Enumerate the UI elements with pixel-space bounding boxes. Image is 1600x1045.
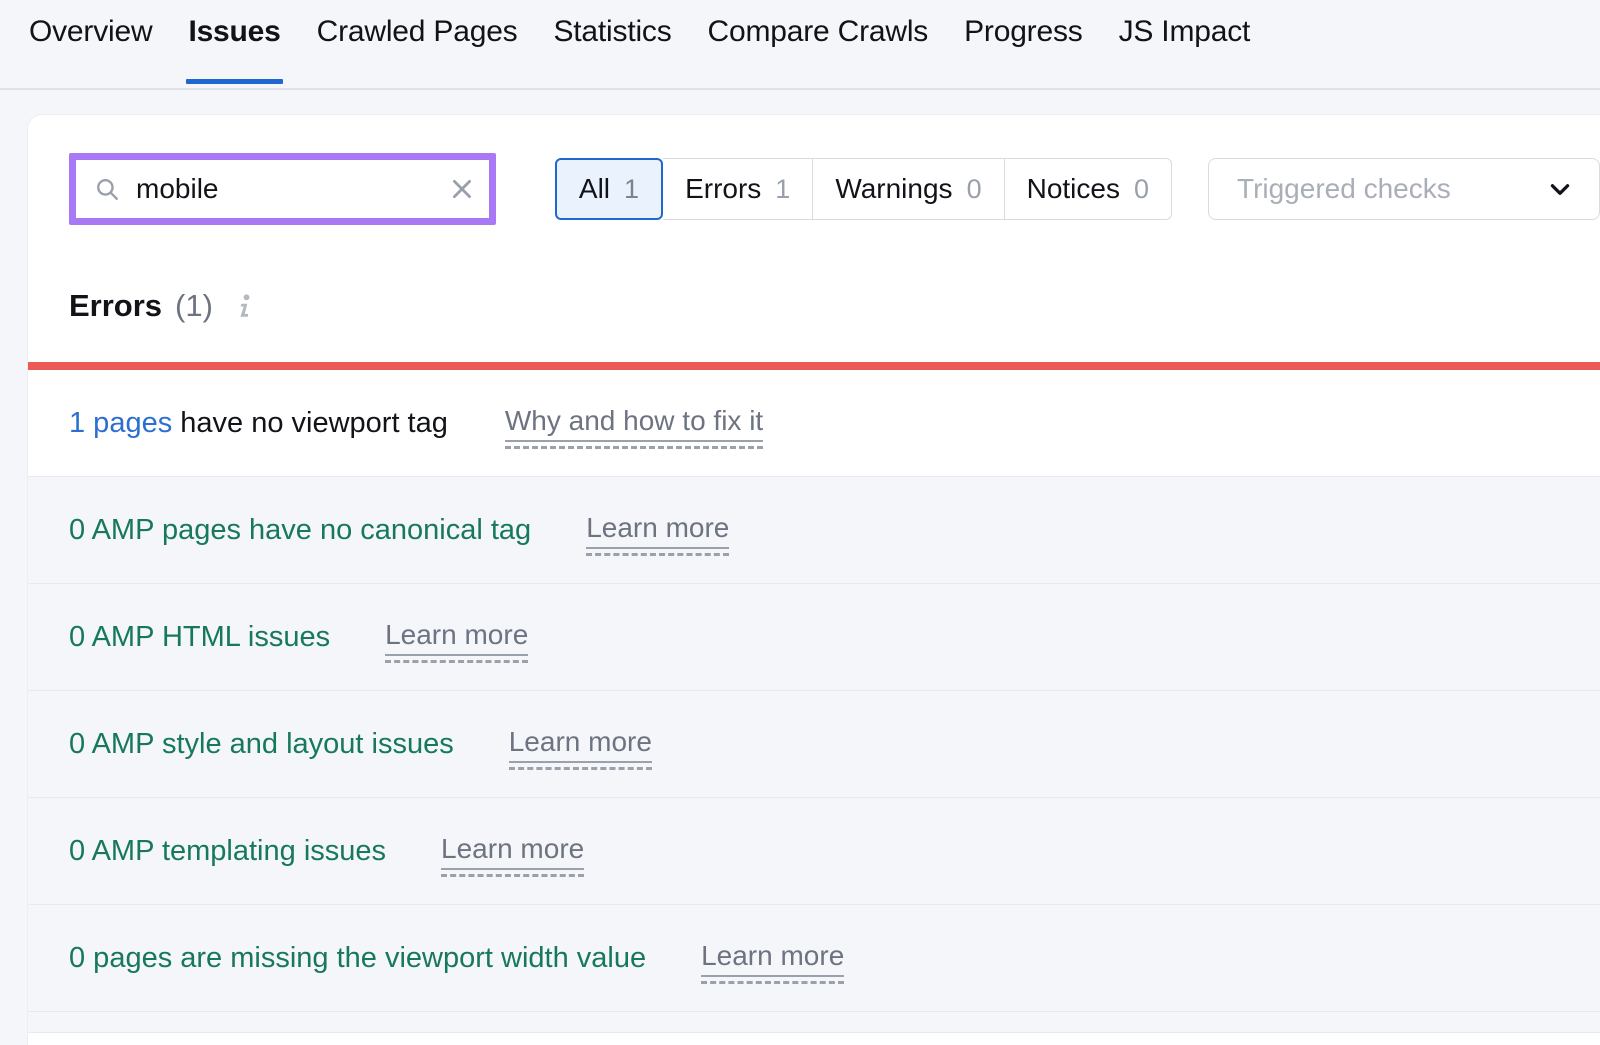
issue-title[interactable]: 1 pages have no viewport tag bbox=[69, 407, 448, 440]
filter-label: Errors bbox=[685, 173, 761, 205]
issue-help-link[interactable]: Learn more bbox=[441, 833, 584, 870]
search-box-highlighted[interactable] bbox=[69, 153, 496, 225]
triggered-checks-dropdown[interactable]: Triggered checks bbox=[1208, 158, 1600, 220]
issues-list: 1 pages have no viewport tag Why and how … bbox=[28, 370, 1600, 1012]
issue-text: have no viewport tag bbox=[172, 407, 448, 439]
issue-help-link[interactable]: Learn more bbox=[701, 940, 844, 977]
tab-label: Overview bbox=[29, 15, 152, 48]
issue-text: 0 AMP templating issues bbox=[69, 835, 386, 867]
tab-label: Progress bbox=[964, 15, 1082, 48]
filter-label: Warnings bbox=[835, 173, 952, 205]
tab-js-impact[interactable]: JS Impact bbox=[1101, 17, 1269, 47]
tab-compare-crawls[interactable]: Compare Crawls bbox=[690, 17, 947, 47]
page-title: Errors bbox=[69, 288, 162, 324]
issue-row[interactable]: 0 AMP templating issues Learn more bbox=[28, 798, 1600, 905]
issue-help-link[interactable]: Learn more bbox=[385, 619, 528, 656]
errors-severity-bar bbox=[28, 362, 1600, 370]
chevron-down-icon bbox=[1547, 176, 1573, 202]
issue-filter-group: All 1 Errors 1 Warnings 0 Notices 0 bbox=[555, 158, 1172, 220]
filter-count: 0 bbox=[967, 174, 982, 205]
errors-section-header: Errors (1) bbox=[28, 225, 1600, 329]
errors-count: (1) bbox=[175, 288, 213, 324]
app-root: Overview Issues Crawled Pages Statistics Com… bbox=[0, 0, 1600, 1045]
search-box[interactable] bbox=[76, 160, 489, 218]
filter-notices[interactable]: Notices 0 bbox=[1005, 158, 1172, 220]
issue-count-link[interactable]: 1 pages bbox=[69, 407, 172, 439]
tab-label: Statistics bbox=[553, 15, 671, 48]
filter-label: Notices bbox=[1027, 173, 1120, 205]
triggered-checks-label: Triggered checks bbox=[1237, 173, 1451, 205]
tab-active-indicator bbox=[186, 79, 282, 84]
issue-text: 0 AMP pages have no canonical tag bbox=[69, 514, 531, 546]
issue-help-link[interactable]: Learn more bbox=[509, 726, 652, 763]
filter-warnings[interactable]: Warnings 0 bbox=[813, 158, 1004, 220]
filter-all[interactable]: All 1 bbox=[555, 158, 663, 220]
info-icon[interactable] bbox=[233, 292, 257, 320]
issues-card: All 1 Errors 1 Warnings 0 Notices 0 Triggered c… bbox=[28, 115, 1600, 1045]
tab-label: Compare Crawls bbox=[708, 15, 929, 48]
issue-title[interactable]: 0 AMP HTML issues bbox=[69, 621, 330, 654]
issue-row[interactable]: 0 AMP HTML issues Learn more bbox=[28, 584, 1600, 691]
search-input[interactable] bbox=[136, 173, 441, 205]
tab-issues[interactable]: Issues bbox=[170, 17, 298, 47]
next-row-partial bbox=[28, 1012, 1600, 1033]
issue-row[interactable]: 0 pages are missing the viewport width v… bbox=[28, 905, 1600, 1012]
issue-row[interactable]: 0 AMP pages have no canonical tag Learn m… bbox=[28, 477, 1600, 584]
main-tabbar: Overview Issues Crawled Pages Statistics Com… bbox=[0, 0, 1600, 90]
tab-overview[interactable]: Overview bbox=[29, 17, 170, 47]
issue-row[interactable]: 1 pages have no viewport tag Why and how … bbox=[28, 370, 1600, 477]
search-icon bbox=[94, 176, 120, 202]
issue-text: 0 AMP style and layout issues bbox=[69, 728, 454, 760]
filter-errors[interactable]: Errors 1 bbox=[663, 158, 813, 220]
filter-count: 1 bbox=[775, 174, 790, 205]
issue-title[interactable]: 0 AMP pages have no canonical tag bbox=[69, 514, 531, 547]
tab-label: Issues bbox=[188, 15, 280, 48]
issue-help-link[interactable]: Why and how to fix it bbox=[505, 405, 763, 442]
tab-progress[interactable]: Progress bbox=[946, 17, 1100, 47]
tab-label: Crawled Pages bbox=[317, 15, 518, 48]
issue-help-link[interactable]: Learn more bbox=[586, 512, 729, 549]
filter-label: All bbox=[579, 173, 610, 205]
issue-text: 0 pages are missing the viewport width v… bbox=[69, 942, 646, 974]
tab-statistics[interactable]: Statistics bbox=[535, 17, 689, 47]
issue-text: 0 AMP HTML issues bbox=[69, 621, 330, 653]
issues-toolbar: All 1 Errors 1 Warnings 0 Notices 0 Triggered c… bbox=[28, 115, 1600, 225]
filter-count: 0 bbox=[1134, 174, 1149, 205]
issue-row[interactable]: 0 AMP style and layout issues Learn more bbox=[28, 691, 1600, 798]
issue-title[interactable]: 0 pages are missing the viewport width v… bbox=[69, 942, 646, 975]
tab-crawled-pages[interactable]: Crawled Pages bbox=[299, 17, 536, 47]
tab-label: JS Impact bbox=[1119, 15, 1251, 48]
filter-count: 1 bbox=[624, 174, 639, 205]
issue-title[interactable]: 0 AMP templating issues bbox=[69, 835, 386, 868]
issue-title[interactable]: 0 AMP style and layout issues bbox=[69, 728, 454, 761]
close-icon[interactable] bbox=[449, 176, 475, 202]
